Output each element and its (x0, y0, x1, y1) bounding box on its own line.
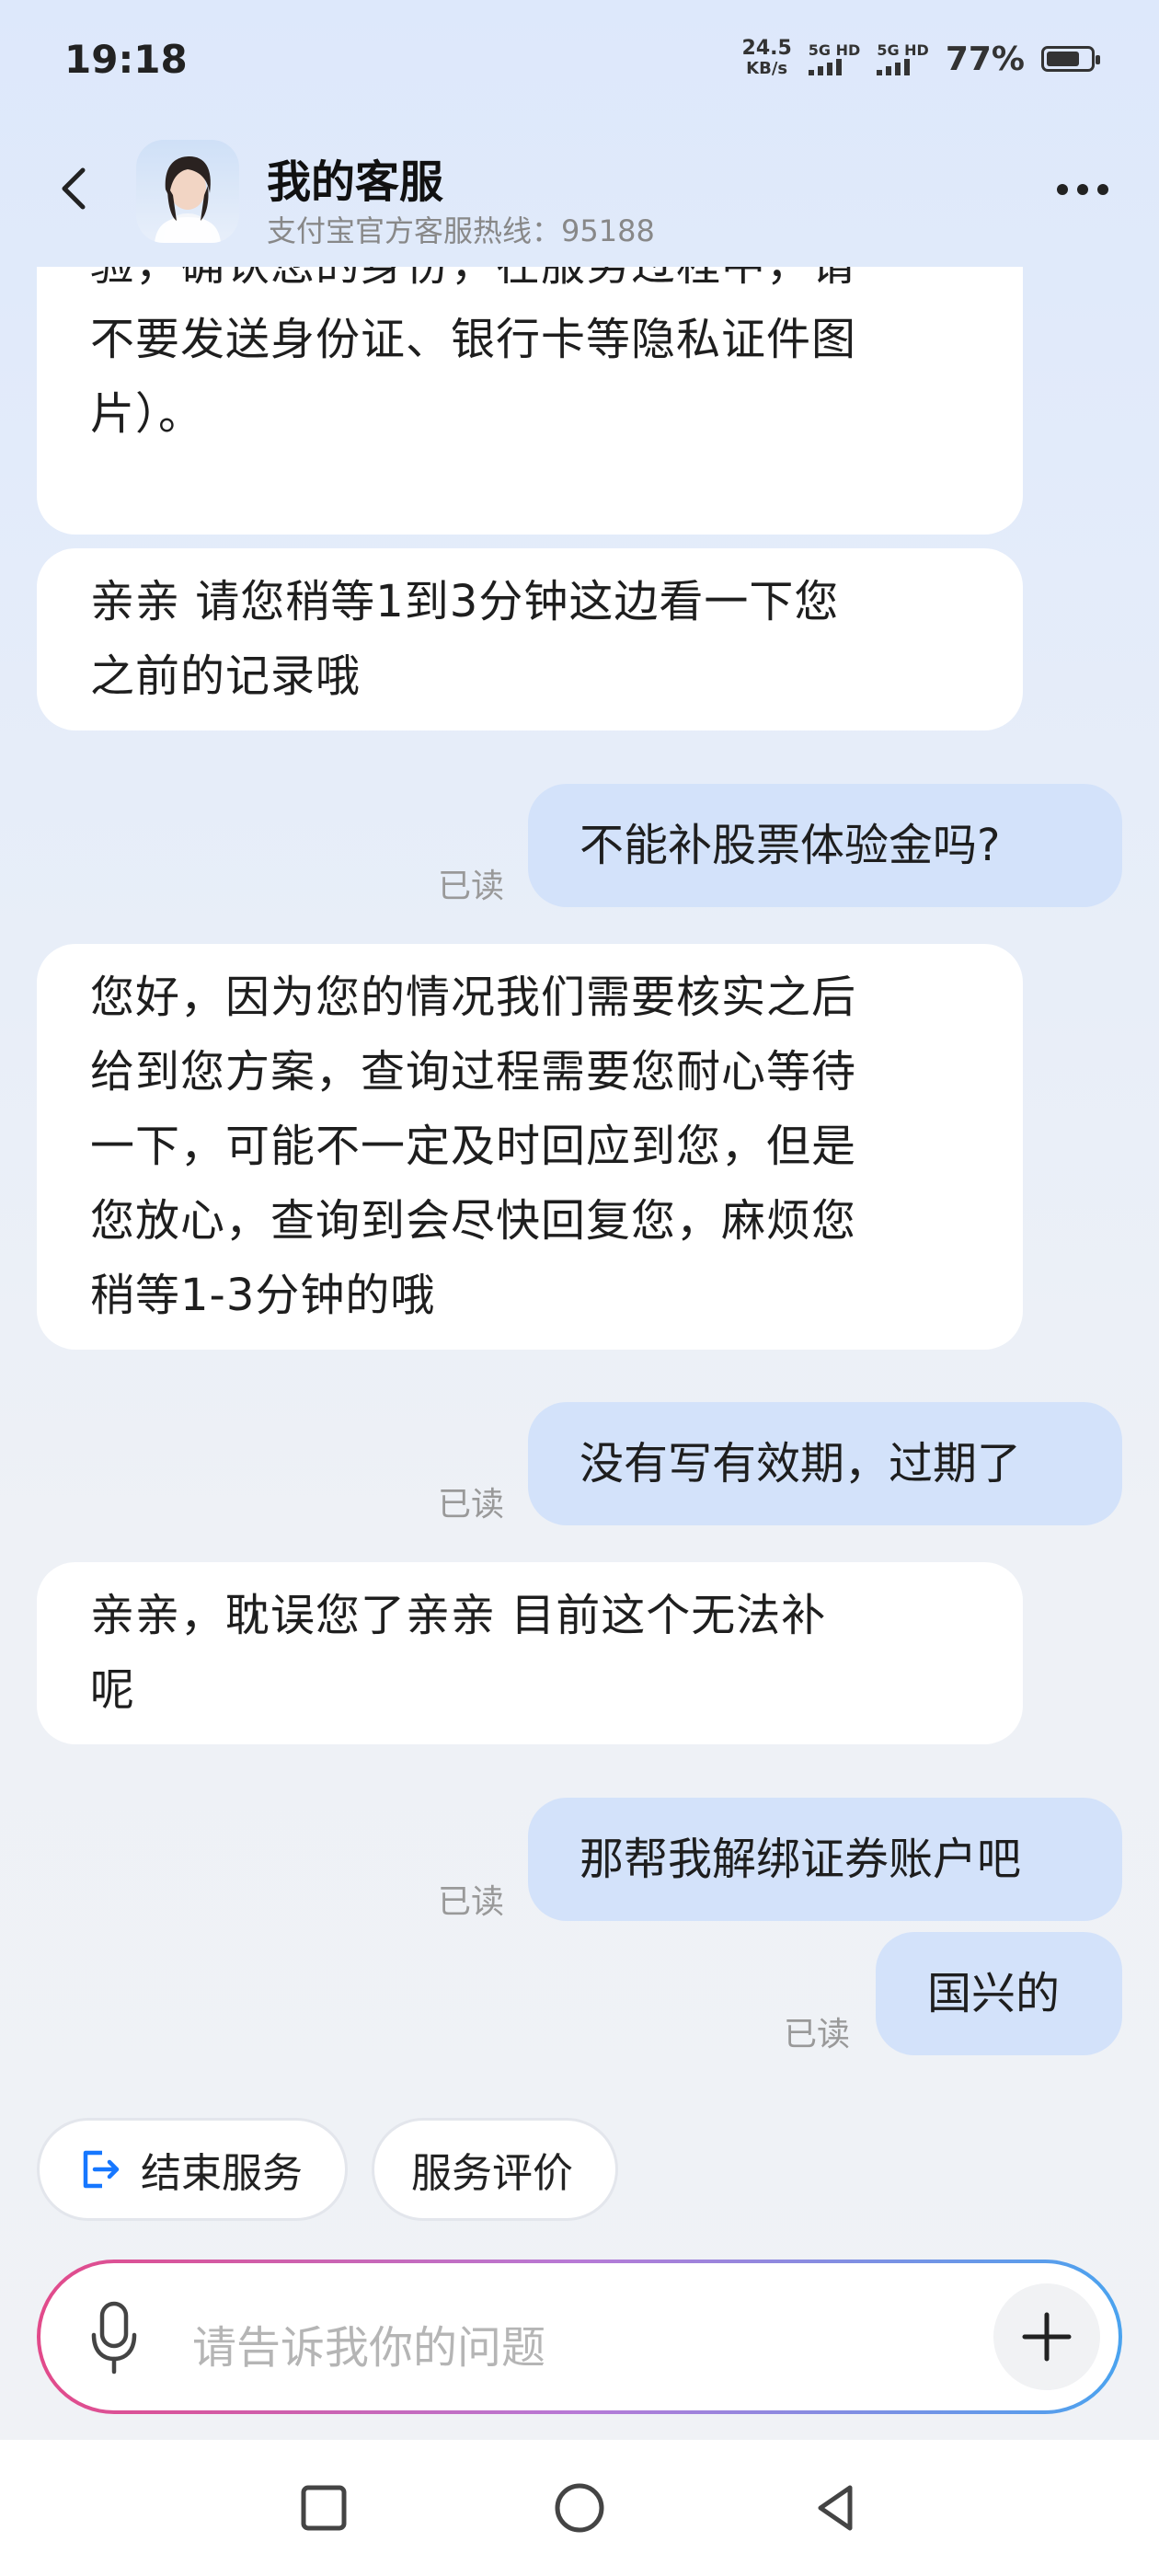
back-triangle-icon[interactable] (809, 2480, 865, 2536)
read-receipt: 已读 (438, 868, 505, 905)
battery-icon (1041, 46, 1100, 72)
recent-apps-icon[interactable] (296, 2480, 351, 2536)
user-message: 国兴的 (876, 1932, 1122, 2055)
agent-avatar[interactable] (136, 140, 239, 243)
plus-button[interactable] (993, 2283, 1100, 2390)
message-input-bar: 请告诉我你的问题 (37, 2260, 1122, 2414)
chat-list[interactable]: 验，确认您的身份，在服务过程中，请 不要发送身份证、银行卡等隐私证件图 片）。 … (0, 267, 1159, 2107)
back-arrow-icon[interactable] (48, 161, 103, 216)
read-receipt: 已读 (784, 2016, 851, 2053)
read-receipt: 已读 (438, 1883, 505, 1921)
end-service-button[interactable]: 结束服务 (37, 2118, 348, 2221)
read-receipt: 已读 (438, 1486, 505, 1524)
message-input[interactable]: 请告诉我你的问题 (192, 2311, 545, 2375)
more-dots-icon[interactable] (1057, 184, 1108, 195)
status-icons: 24.5 KB/s 5G HD 5G HD 77% (742, 39, 1100, 79)
sim2-label: 5G HD (877, 41, 929, 59)
system-navigation-bar (0, 2440, 1159, 2576)
microphone-icon[interactable] (86, 2298, 142, 2375)
user-message: 没有写有效期，过期了 (528, 1402, 1122, 1525)
signal-sim1-icon: 5G HD (808, 41, 861, 75)
home-icon[interactable] (552, 2480, 607, 2536)
message-line: 呢 (90, 1664, 136, 1716)
network-speed-value: 24.5 (741, 37, 792, 60)
status-time: 19:18 (64, 37, 188, 82)
message-line: 验，确认您的身份，在服务过程中，请 (90, 267, 970, 303)
hotline-text: 支付宝官方客服热线：95188 (267, 213, 655, 248)
message-line: 亲亲，耽误您了亲亲 目前这个无法补 (90, 1590, 827, 1641)
page-title: 我的客服 (267, 156, 444, 208)
user-message: 不能补股票体验金吗? (528, 784, 1122, 907)
signal-sim2-icon: 5G HD (877, 42, 929, 75)
message-line: 不要发送身份证、银行卡等隐私证件图 (90, 314, 857, 365)
message-line: 之前的记录哦 (90, 650, 361, 702)
network-speed-unit: KB/s (746, 59, 788, 78)
status-bar: 19:18 24.5 KB/s 5G HD 5G HD 77% (0, 0, 1159, 129)
message-line: 稍等1-3分钟的哦 (90, 1270, 436, 1321)
agent-message: 亲亲，耽误您了亲亲 目前这个无法补 呢 (37, 1562, 1023, 1744)
rate-service-button[interactable]: 服务评价 (372, 2118, 618, 2221)
battery-percent: 77% (945, 40, 1025, 78)
plus-icon (1022, 2312, 1072, 2362)
exit-icon (83, 2150, 120, 2189)
message-line: 您放心，查询到会尽快回复您，麻烦您 (90, 1195, 857, 1247)
chat-header: 我的客服 支付宝官方客服热线：95188 (0, 129, 1159, 267)
network-speed: 24.5 KB/s (742, 39, 792, 79)
message-line: 您好，因为您的情况我们需要核实之后 (90, 972, 857, 1023)
end-service-label: 结束服务 (141, 2150, 303, 2197)
sim1-label: 5G HD (808, 41, 861, 59)
message-line: 给到您方案，查询过程需要您耐心等待 (90, 1046, 857, 1098)
message-line: 亲亲 请您稍等1到3分钟这边看一下您 (90, 576, 840, 627)
message-line: 一下，可能不一定及时回应到您，但是 (90, 1121, 857, 1172)
message-line: 片）。 (90, 388, 204, 440)
rate-service-label: 服务评价 (411, 2150, 573, 2197)
user-message: 那帮我解绑证券账户吧 (528, 1798, 1122, 1921)
agent-message: 亲亲 请您稍等1到3分钟这边看一下您 之前的记录哦 (37, 548, 1023, 730)
agent-message: 验，确认您的身份，在服务过程中，请 不要发送身份证、银行卡等隐私证件图 片）。 (37, 267, 1023, 535)
agent-message: 您好，因为您的情况我们需要核实之后 给到您方案，查询过程需要您耐心等待 一下，可… (37, 944, 1023, 1350)
